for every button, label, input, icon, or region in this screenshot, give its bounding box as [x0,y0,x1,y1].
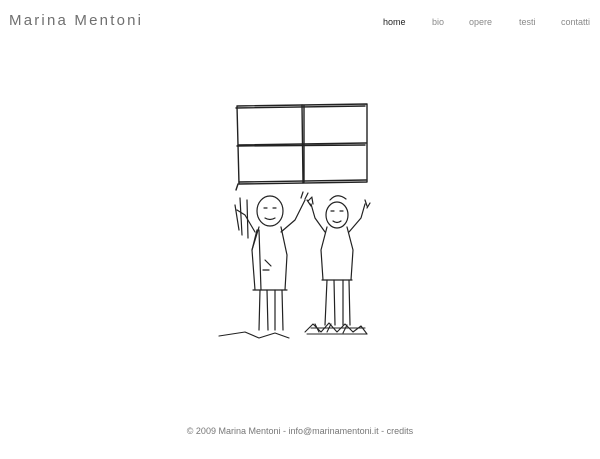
footer-separator: - [378,426,387,436]
left-figure-sketch [234,191,313,331]
nav-item-testi[interactable]: testi [519,17,536,27]
artwork-drawing [218,103,371,339]
nav-item-bio[interactable]: bio [432,17,444,27]
main-nav: home bio opere testi contatti [0,17,600,31]
nav-item-home[interactable]: home [383,17,406,27]
credits-link[interactable]: credits [387,426,414,436]
email-link[interactable]: info@marinamentoni.it [288,426,378,436]
nav-item-opere[interactable]: opere [469,17,492,27]
window-sketch [235,103,368,191]
right-figure-sketch [306,195,371,326]
copyright-text: © 2009 Marina Mentoni [186,426,281,436]
footer: © 2009 Marina Mentoni - info@marinamento… [0,426,600,436]
ground-sketch [218,322,368,339]
nav-item-contatti[interactable]: contatti [561,17,590,27]
